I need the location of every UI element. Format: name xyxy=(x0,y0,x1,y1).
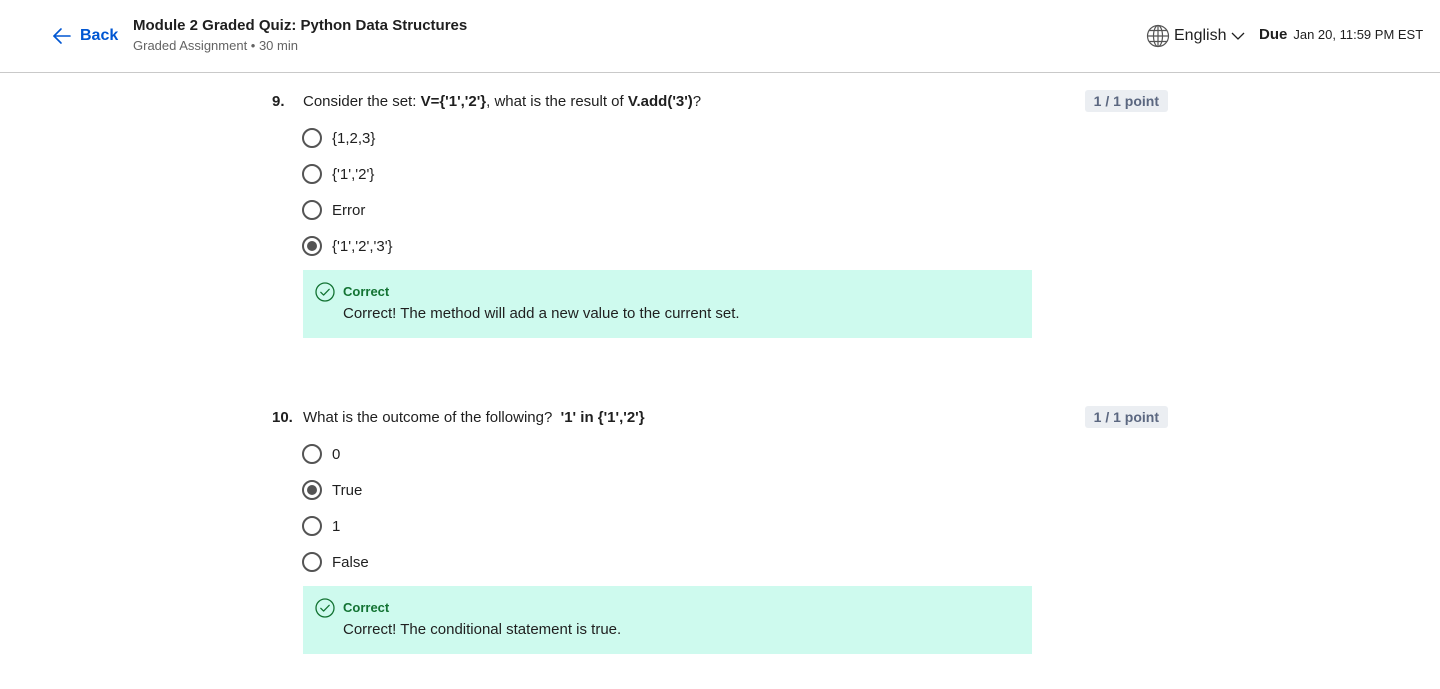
language-label: English xyxy=(1174,27,1227,44)
arrow-left-icon xyxy=(53,28,71,44)
globe-icon xyxy=(1146,24,1170,48)
question-text-part: Consider the set: xyxy=(303,92,421,110)
question-10: 10. What is the outcome of the following… xyxy=(272,406,1168,654)
question-header: 9. Consider the set: V={'1','2'}, what i… xyxy=(272,90,1168,112)
check-circle-icon xyxy=(315,282,335,302)
feedback-box: Correct Correct! The conditional stateme… xyxy=(303,586,1032,654)
question-text-part: , what is the result of xyxy=(486,92,628,110)
question-text: Consider the set: V={'1','2'}, what is t… xyxy=(303,93,701,110)
feedback-text: Correct! The method will add a new value… xyxy=(343,305,740,322)
option-label: {1,2,3} xyxy=(332,129,376,147)
question-code: '1' in {'1','2'} xyxy=(560,408,645,426)
option-label: Error xyxy=(332,201,366,219)
radio-button[interactable] xyxy=(302,552,322,572)
question-code: V={'1','2'} xyxy=(420,92,487,110)
due-label: Due xyxy=(1259,26,1288,43)
question-number: 10. xyxy=(272,408,293,426)
option-label: {'1','2','3'} xyxy=(332,237,393,255)
feedback-text: Correct! The conditional statement is tr… xyxy=(343,621,622,638)
option-label: False xyxy=(332,553,369,571)
check-circle-icon xyxy=(315,598,335,618)
answer-option-selected[interactable]: {'1','2','3'} xyxy=(302,228,1168,264)
option-label: {'1','2'} xyxy=(332,165,375,183)
answer-option[interactable]: 0 xyxy=(302,436,1168,472)
due-value: Jan 20, 11:59 PM EST xyxy=(1293,27,1424,42)
answer-option[interactable]: 1 xyxy=(302,508,1168,544)
radio-button[interactable] xyxy=(302,444,322,464)
question-9: 9. Consider the set: V={'1','2'}, what i… xyxy=(272,90,1168,338)
radio-button-checked[interactable] xyxy=(302,236,322,256)
answer-option[interactable]: False xyxy=(302,544,1168,580)
chevron-down-icon xyxy=(1232,32,1245,40)
answer-option-selected[interactable]: True xyxy=(302,472,1168,508)
language-selector[interactable]: English xyxy=(1146,24,1246,48)
answer-options: {1,2,3} {'1','2'} Error {'1','2','3'} xyxy=(302,120,1168,264)
question-header: 10. What is the outcome of the following… xyxy=(272,406,1168,428)
back-label: Back xyxy=(80,27,119,44)
radio-button[interactable] xyxy=(302,128,322,148)
answer-options: 0 True 1 False xyxy=(302,436,1168,580)
option-label: True xyxy=(332,481,363,499)
answer-option[interactable]: Error xyxy=(302,192,1168,228)
answer-option[interactable]: {1,2,3} xyxy=(302,120,1168,156)
radio-button[interactable] xyxy=(302,200,322,220)
question-text-part: What is the outcome of the following? xyxy=(303,408,561,426)
points-badge: 1 / 1 point xyxy=(1084,406,1168,428)
feedback-label: Correct xyxy=(343,600,390,615)
due-date: Due Jan 20, 11:59 PM EST xyxy=(1259,26,1423,43)
quiz-subtitle: Graded Assignment • 30 min xyxy=(133,38,298,53)
points-badge: 1 / 1 point xyxy=(1084,90,1168,112)
option-label: 1 xyxy=(332,517,341,535)
feedback-label: Correct xyxy=(343,284,390,299)
question-text: What is the outcome of the following? '1… xyxy=(303,409,645,426)
question-text-part: ? xyxy=(692,92,702,110)
question-code: V.add('3') xyxy=(627,92,693,110)
quiz-title: Module 2 Graded Quiz: Python Data Struct… xyxy=(133,17,468,34)
question-number: 9. xyxy=(272,92,285,110)
option-label: 0 xyxy=(332,445,341,463)
quiz-title-block: Module 2 Graded Quiz: Python Data Struct… xyxy=(133,16,467,56)
radio-button-checked[interactable] xyxy=(302,480,322,500)
radio-button[interactable] xyxy=(302,516,322,536)
quiz-header: Back Module 2 Graded Quiz: Python Data S… xyxy=(0,0,1440,73)
back-button[interactable]: Back xyxy=(52,24,118,48)
feedback-box: Correct Correct! The method will add a n… xyxy=(303,270,1032,338)
answer-option[interactable]: {'1','2'} xyxy=(302,156,1168,192)
radio-button[interactable] xyxy=(302,164,322,184)
